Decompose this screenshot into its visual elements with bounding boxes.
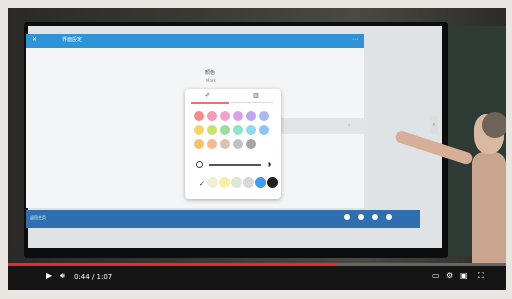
player-controls: ▶ 🔊︎ 0:44 / 1:07 ▭ ⚙ ▣ ⛶ — [8, 266, 506, 290]
size-large-icon: ◗ — [268, 161, 272, 168]
captions-icon[interactable]: ▭ — [432, 271, 440, 280]
tab-divider — [231, 102, 273, 103]
stroke-size-slider[interactable] — [209, 164, 261, 166]
settings-icon[interactable]: ⚙ — [446, 271, 453, 280]
color-swatch[interactable] — [194, 125, 204, 135]
volume-icon[interactable]: 🔊︎ — [60, 271, 65, 281]
setting-row[interactable] — [270, 118, 370, 134]
color-swatch[interactable] — [233, 111, 243, 121]
menu-tool-icon[interactable] — [386, 214, 392, 220]
color-swatch[interactable] — [259, 111, 269, 121]
chevron-right-icon[interactable]: › — [348, 122, 350, 129]
play-icon[interactable]: ▶ — [46, 271, 52, 280]
preset-swatch[interactable] — [207, 177, 218, 188]
check-icon: ✓ — [199, 180, 205, 188]
video-frame: ✕ 界面設定 ⋯ 顏色 Mark › ‹ ✐ ▥ ◗ ✓ 返回主页 ▶ 🔊︎ 0… — [8, 8, 506, 290]
preset-swatch[interactable] — [231, 177, 242, 188]
color-swatch[interactable] — [246, 111, 256, 121]
color-swatch[interactable] — [233, 125, 243, 135]
color-swatch[interactable] — [233, 139, 243, 149]
color-picker-popup: ✐ ▥ ◗ ✓ — [185, 89, 281, 199]
preset-swatch[interactable] — [267, 177, 278, 188]
color-swatch[interactable] — [246, 139, 256, 149]
tab-pen[interactable]: ✐ — [205, 92, 210, 99]
app-header: ✕ 界面設定 ⋯ — [26, 34, 364, 48]
page-title: 顏色 — [205, 70, 216, 76]
menu-icon[interactable]: ⋯ — [352, 36, 358, 43]
preset-swatch[interactable] — [243, 177, 254, 188]
color-swatch[interactable] — [259, 125, 269, 135]
size-small-icon — [196, 161, 203, 168]
pen-tool-icon[interactable] — [344, 214, 350, 220]
color-swatch[interactable] — [220, 111, 230, 121]
tab-indicator — [191, 102, 229, 104]
color-swatch[interactable] — [194, 111, 204, 121]
board-toolbar: 返回主页 — [26, 210, 420, 228]
time-display: 0:44 / 1:07 — [74, 273, 113, 281]
color-swatch[interactable] — [207, 111, 217, 121]
miniplayer-icon[interactable]: ▣ — [460, 271, 468, 280]
tab-fill[interactable]: ▥ — [253, 92, 259, 99]
presenter-hair — [482, 112, 506, 138]
color-tool-icon[interactable] — [372, 214, 378, 220]
app-title: 界面設定 — [62, 37, 83, 43]
color-swatch[interactable] — [207, 125, 217, 135]
fullscreen-icon[interactable]: ⛶ — [478, 271, 484, 281]
color-swatch[interactable] — [220, 139, 230, 149]
color-swatch[interactable] — [220, 125, 230, 135]
color-swatch[interactable] — [194, 139, 204, 149]
presenter-torso — [472, 152, 506, 264]
page-subtitle: Mark — [206, 78, 216, 83]
preset-swatch[interactable] — [255, 177, 266, 188]
presenter — [394, 112, 506, 264]
side-panel-toggle[interactable]: ‹ — [430, 116, 438, 134]
preset-swatch[interactable] — [219, 177, 230, 188]
toolbar-label[interactable]: 返回主页 — [30, 215, 46, 221]
eraser-tool-icon[interactable] — [358, 214, 364, 220]
close-icon[interactable]: ✕ — [32, 36, 37, 43]
color-swatch[interactable] — [246, 125, 256, 135]
color-swatch[interactable] — [207, 139, 217, 149]
